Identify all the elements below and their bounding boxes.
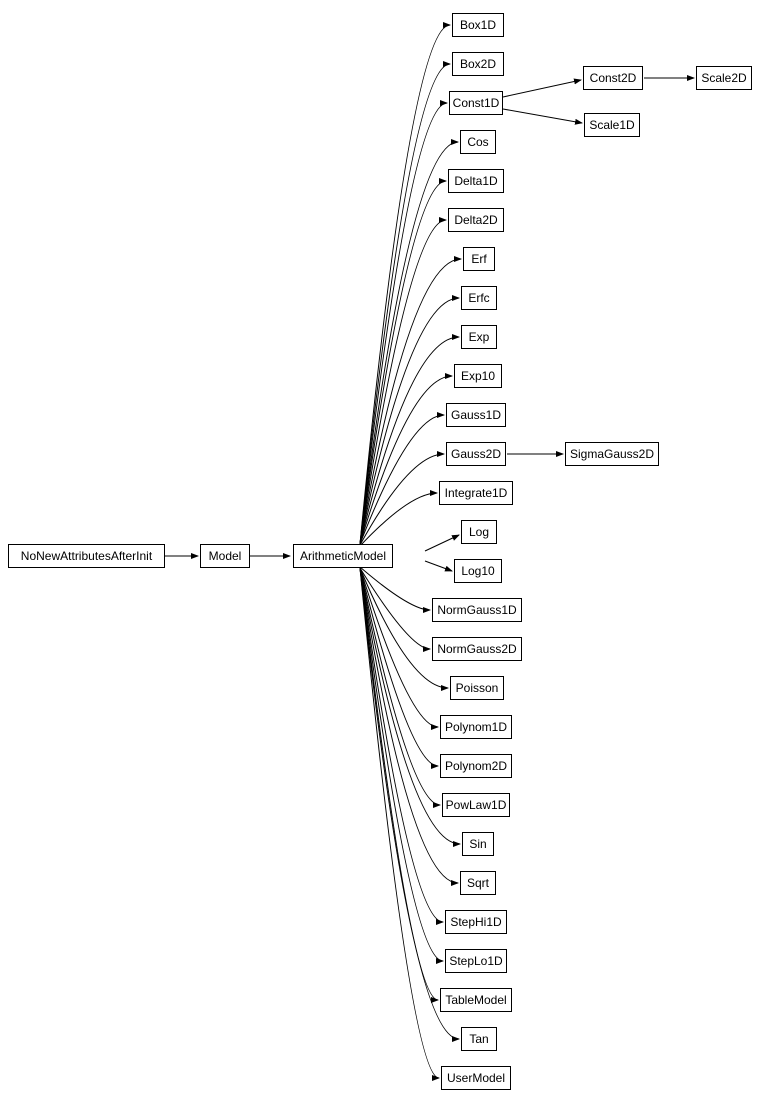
node-tablemodel[interactable]: TableModel <box>440 988 512 1012</box>
node-integrate1d[interactable]: Integrate1D <box>439 481 513 505</box>
node-exp10[interactable]: Exp10 <box>454 364 502 388</box>
node-poisson[interactable]: Poisson <box>450 676 504 700</box>
node-normgauss1d[interactable]: NormGauss1D <box>432 598 522 622</box>
node-polynom2d[interactable]: Polynom2D <box>440 754 512 778</box>
node-gauss2d[interactable]: Gauss2D <box>446 442 506 466</box>
node-sin[interactable]: Sin <box>462 832 494 856</box>
node-box2d[interactable]: Box2D <box>452 52 504 76</box>
node-erfc[interactable]: Erfc <box>461 286 497 310</box>
node-const2d[interactable]: Const2D <box>583 66 643 90</box>
node-delta2d[interactable]: Delta2D <box>448 208 504 232</box>
node-gauss1d[interactable]: Gauss1D <box>446 403 506 427</box>
node-cos[interactable]: Cos <box>460 130 496 154</box>
node-sigmagauss2d[interactable]: SigmaGauss2D <box>565 442 659 466</box>
node-sqrt[interactable]: Sqrt <box>460 871 496 895</box>
node-exp[interactable]: Exp <box>461 325 497 349</box>
node-const1d[interactable]: Const1D <box>449 91 503 115</box>
node-scale1d[interactable]: Scale1D <box>584 113 640 137</box>
node-stephi1d[interactable]: StepHi1D <box>445 910 507 934</box>
node-nonewattributesafterinit[interactable]: NoNewAttributesAfterInit <box>8 544 165 568</box>
node-polynom1d[interactable]: Polynom1D <box>440 715 512 739</box>
node-normgauss2d[interactable]: NormGauss2D <box>432 637 522 661</box>
node-arithmeticmodel[interactable]: ArithmeticModel <box>293 544 393 568</box>
node-log[interactable]: Log <box>461 520 497 544</box>
node-model[interactable]: Model <box>200 544 250 568</box>
node-erf[interactable]: Erf <box>463 247 495 271</box>
node-steplo1d[interactable]: StepLo1D <box>445 949 507 973</box>
node-usermodel[interactable]: UserModel <box>441 1066 511 1090</box>
node-scale2d[interactable]: Scale2D <box>696 66 752 90</box>
node-delta1d[interactable]: Delta1D <box>448 169 504 193</box>
node-tan[interactable]: Tan <box>461 1027 497 1051</box>
node-powlaw1d[interactable]: PowLaw1D <box>442 793 510 817</box>
node-log10[interactable]: Log10 <box>454 559 502 583</box>
node-box1d[interactable]: Box1D <box>452 13 504 37</box>
